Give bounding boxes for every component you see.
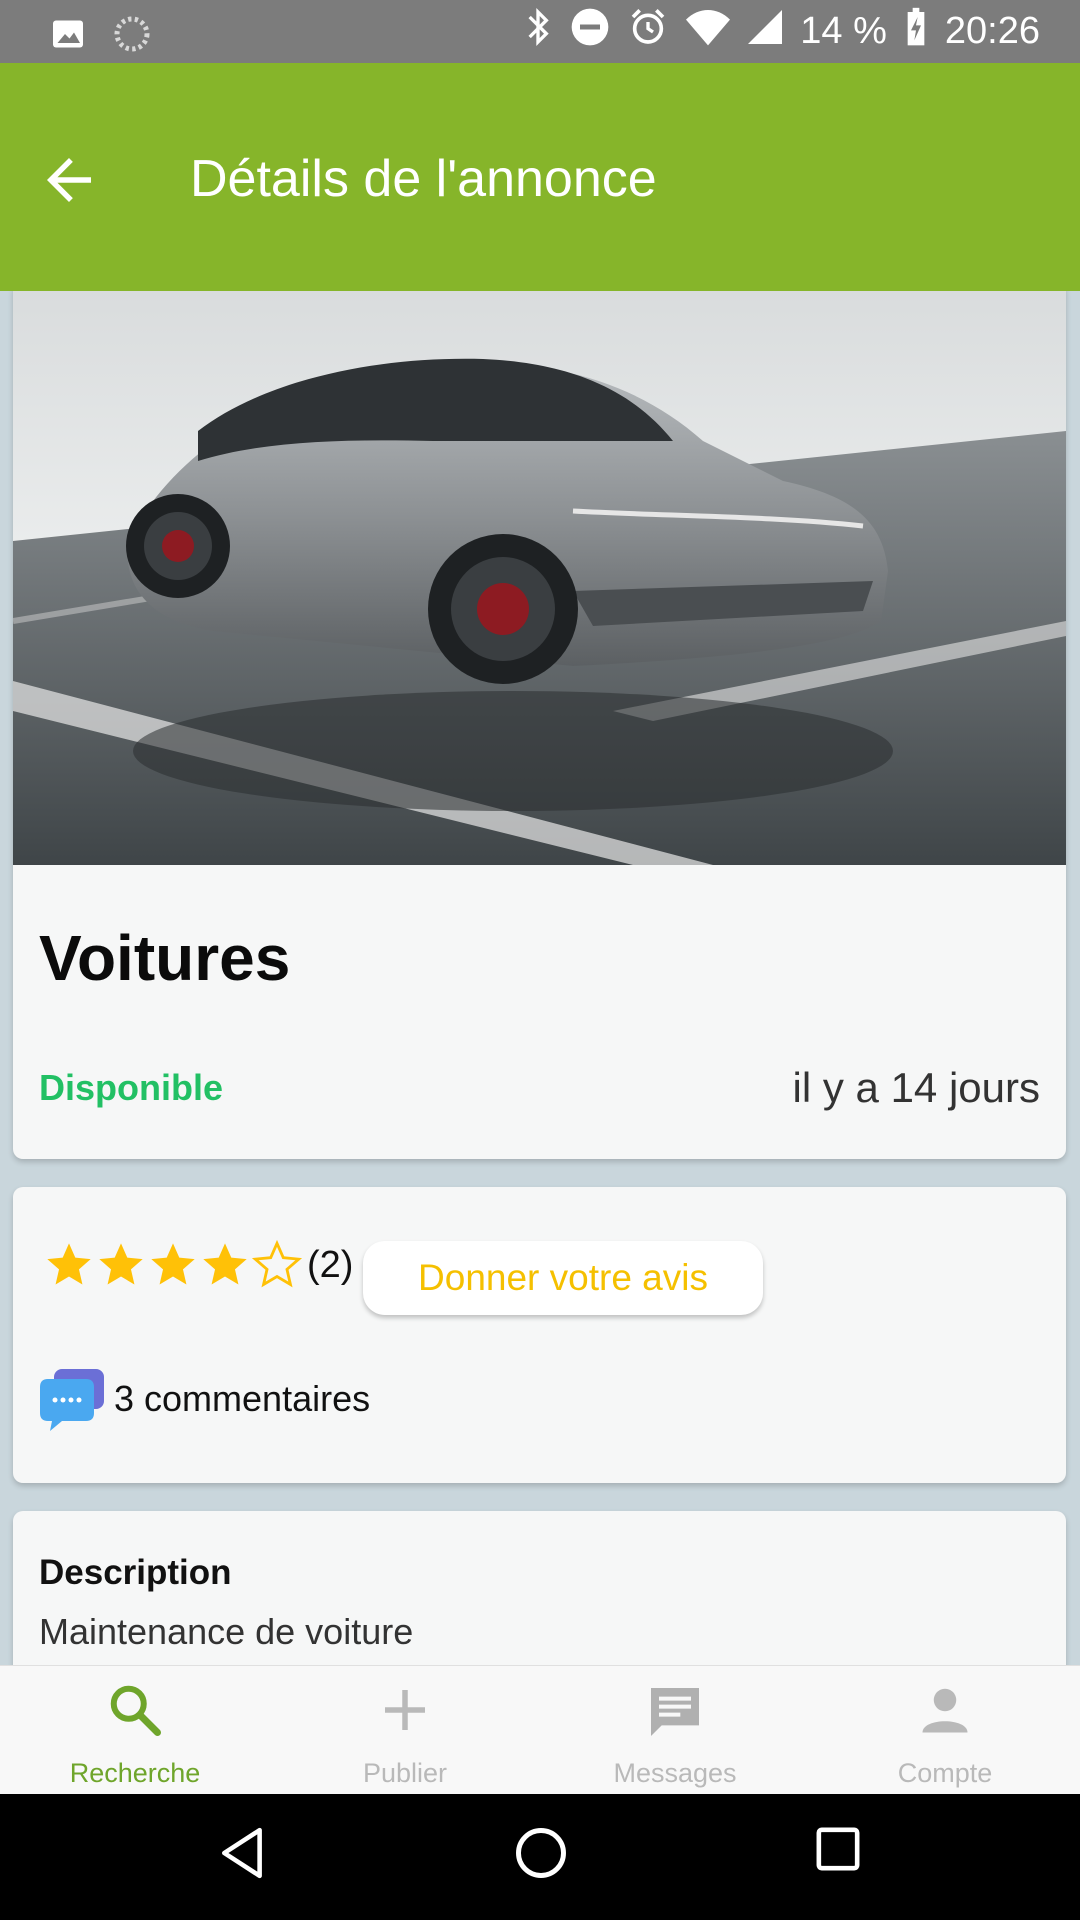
listing-photo[interactable] xyxy=(13,291,1066,865)
alarm-icon xyxy=(628,7,668,57)
availability-status: Disponible xyxy=(39,1067,224,1108)
comments-link[interactable]: 3 commentaires xyxy=(38,1365,370,1433)
system-home-button[interactable] xyxy=(514,1826,568,1885)
system-back-button[interactable] xyxy=(218,1826,268,1885)
plus-icon xyxy=(385,1690,425,1730)
system-recents-button[interactable] xyxy=(815,1826,861,1877)
circle-home-icon xyxy=(516,1828,566,1878)
posted-date: il y a 14 jours xyxy=(792,1064,1040,1111)
battery-percent: 14 % xyxy=(800,10,887,52)
description-card: Description Maintenance de voiture xyxy=(13,1511,1066,1665)
square-recents-icon xyxy=(816,1827,860,1871)
page-title: Détails de l'annonce xyxy=(190,150,657,208)
search-icon xyxy=(110,1685,161,1736)
star-filled-icon[interactable] xyxy=(147,1239,199,1291)
clock: 20:26 xyxy=(944,10,1040,52)
star-filled-icon[interactable] xyxy=(199,1239,251,1291)
app-bar: Détails de l'annonce xyxy=(0,63,1080,291)
loading-icon xyxy=(112,14,152,59)
nav-item-messages[interactable]: Messages xyxy=(540,1666,810,1795)
chat-icon xyxy=(651,1688,699,1736)
give-review-button[interactable]: Donner votre avis xyxy=(363,1241,763,1315)
arrow-back-icon xyxy=(47,158,91,202)
status-bar: 14 % 20:26 xyxy=(0,0,1080,63)
nav-label: Recherche xyxy=(69,1758,201,1788)
description-text: Maintenance de voiture xyxy=(39,1611,414,1652)
back-button[interactable] xyxy=(36,147,102,213)
comments-icon xyxy=(40,1369,104,1431)
listing-details[interactable]: Voitures Disponible il y a 14 jours (2) … xyxy=(0,291,1080,1665)
nav-label: Publier xyxy=(362,1758,448,1788)
image-icon xyxy=(50,16,86,57)
listing-card: Voitures Disponible il y a 14 jours xyxy=(13,291,1066,1159)
system-navigation-bar xyxy=(0,1794,1080,1920)
bluetooth-icon xyxy=(524,7,552,57)
wifi-icon xyxy=(686,8,731,56)
nav-label: Messages xyxy=(613,1758,737,1788)
nav-item-publier[interactable]: Publier xyxy=(270,1666,540,1795)
signal-icon xyxy=(748,9,783,55)
rating-count: (2) xyxy=(307,1243,354,1286)
battery-charging-icon xyxy=(905,7,927,57)
do-not-disturb-icon xyxy=(570,7,610,57)
nav-item-compte[interactable]: Compte xyxy=(810,1666,1080,1795)
star-filled-icon[interactable] xyxy=(95,1239,147,1291)
rating-card: (2) Donner votre avis 3 commentaires xyxy=(13,1187,1066,1483)
comments-count: 3 commentaires xyxy=(114,1378,371,1419)
bottom-navigation: Recherche Publier Messages Compte xyxy=(0,1665,1080,1795)
star-empty-icon[interactable] xyxy=(251,1239,303,1291)
nav-label: Compte xyxy=(897,1758,993,1788)
nav-item-recherche[interactable]: Recherche xyxy=(0,1666,270,1795)
person-icon xyxy=(922,1688,968,1733)
star-filled-icon[interactable] xyxy=(43,1239,95,1291)
description-heading: Description xyxy=(39,1553,232,1592)
star-rating[interactable]: (2) xyxy=(43,1239,353,1291)
listing-title: Voitures xyxy=(39,922,291,994)
triangle-back-icon xyxy=(222,1827,262,1879)
